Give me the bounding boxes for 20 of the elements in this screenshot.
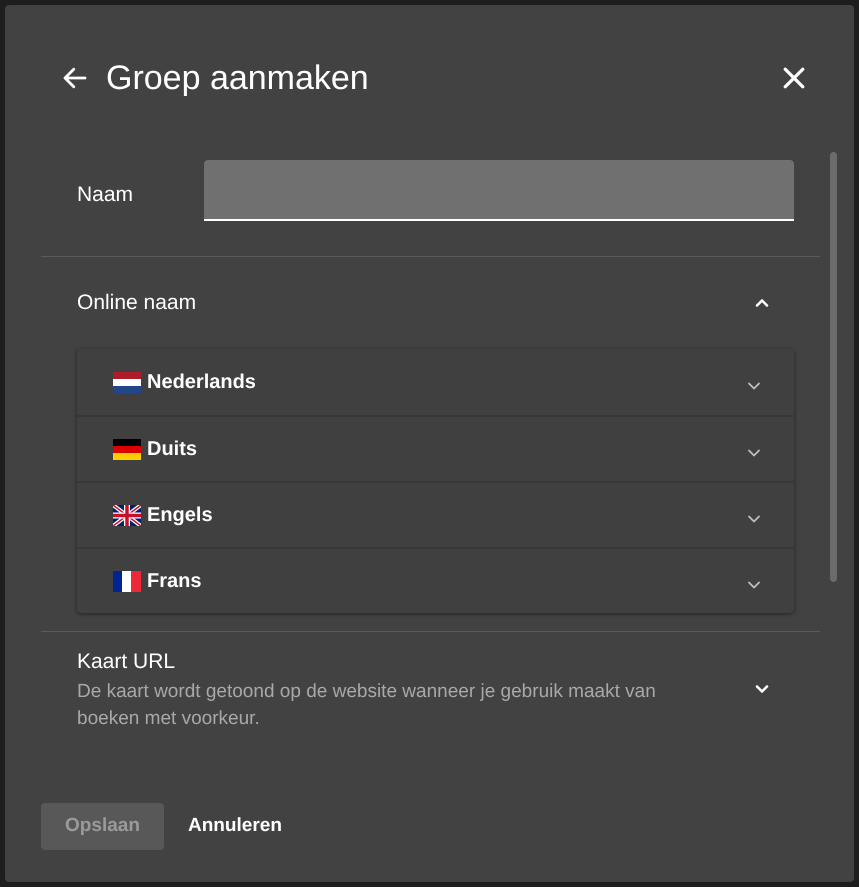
cancel-button[interactable]: Annuleren [188,803,282,850]
flag-icon [113,504,141,526]
name-field[interactable] [204,160,794,221]
flag-icon [113,372,141,392]
language-label: Nederlands [147,370,256,395]
language-row[interactable]: Nederlands [77,349,794,415]
language-row[interactable]: Engels [77,481,794,547]
flag-icon [113,438,141,460]
language-label: Duits [147,437,197,462]
language-label: Frans [147,569,202,594]
section-title: Online naam [77,290,196,316]
section-title: Kaart URL [77,649,176,675]
name-label: Naam [77,182,134,208]
language-row[interactable]: Duits [77,415,794,481]
section-description: De kaart wordt getoond op de website wanneer je gebruik maakt van boeken met voorkeur. [77,680,657,730]
scrollbar[interactable] [830,152,837,582]
flag-icon [113,570,141,592]
language-label: Engels [147,503,213,528]
language-row[interactable]: Frans [77,547,794,613]
dialog-title: Groep aanmaken [106,60,369,94]
